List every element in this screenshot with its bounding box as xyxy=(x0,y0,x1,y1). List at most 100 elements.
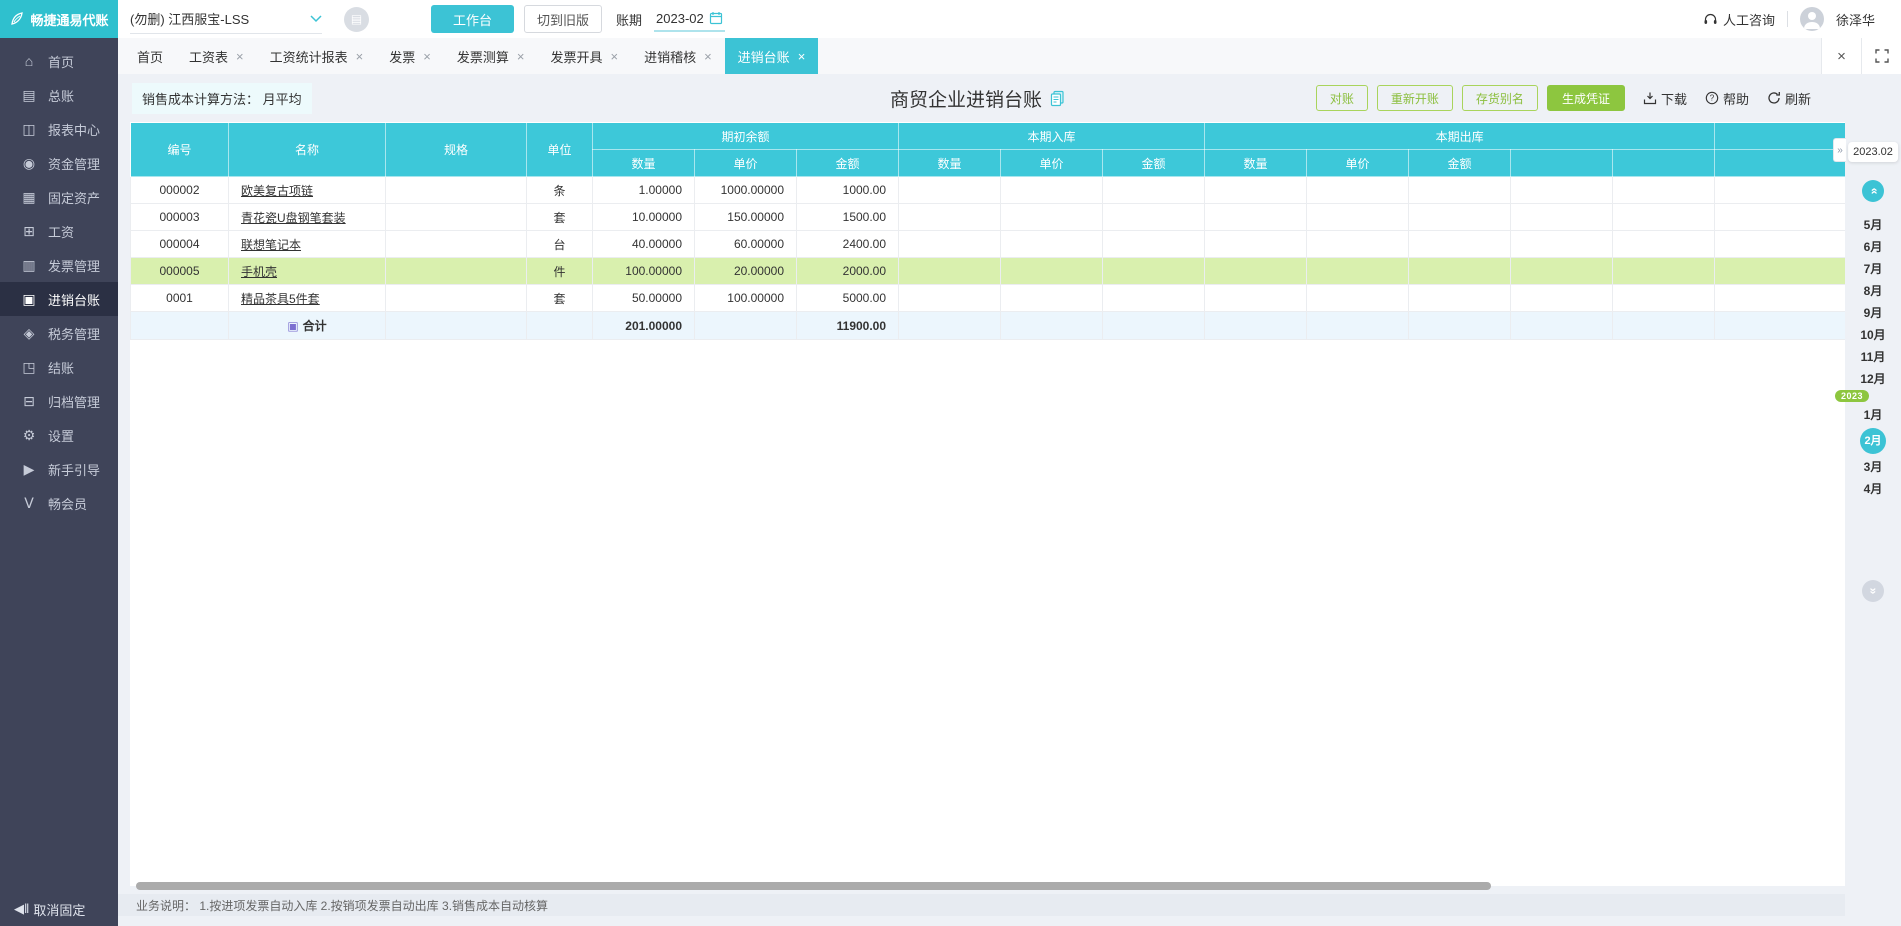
cell-empty xyxy=(1204,176,1308,204)
cell-empty xyxy=(898,311,1002,340)
month-9月[interactable]: 9月 xyxy=(1845,302,1901,324)
sidebar-item-label: 工资 xyxy=(48,224,75,240)
archive-icon: ⊟ xyxy=(23,392,35,409)
scroll-months-up-button[interactable]: » xyxy=(1862,180,1884,202)
purchase-sale-icon: ▣ xyxy=(22,290,36,307)
close-icon[interactable]: × xyxy=(704,49,712,64)
button-存货别名[interactable]: 存货别名 xyxy=(1461,85,1538,111)
close-icon[interactable]: × xyxy=(517,49,525,64)
month-3月[interactable]: 3月 xyxy=(1845,456,1901,478)
document-icon[interactable] xyxy=(1049,90,1066,107)
cell-code: 000004 xyxy=(130,230,229,258)
month-12月[interactable]: 12月 xyxy=(1845,368,1901,390)
sidebar-item-salary[interactable]: ⊞ 工资 xyxy=(0,214,118,248)
support-link[interactable]: 人工咨询 xyxy=(1703,10,1775,29)
month-2月[interactable]: 2月 xyxy=(1860,428,1886,454)
cell-empty xyxy=(1102,230,1206,258)
cell-spec xyxy=(385,257,527,285)
month-7月[interactable]: 7月 xyxy=(1845,258,1901,280)
cell-opening-amount: 1500.00 xyxy=(795,203,900,231)
tab-list: 首页 工资表 × 工资统计报表 × 发票 × 发票测算 × 发票开具 × 进销稽核 × 进销台账 × xyxy=(124,38,819,74)
month-1月[interactable]: 1月 xyxy=(1845,404,1901,426)
fullscreen-button[interactable] xyxy=(1861,38,1901,74)
tab-首页[interactable]: 首页 xyxy=(124,38,176,74)
clipboard-icon[interactable]: ▤ xyxy=(344,6,369,32)
sidebar: ⌂ 首页 ▤ 总账 ◫ 报表中心 ◉ 资金管理 ▦ 固定资产 ⊞ 工资 ▥ 发票管理 ▣ 进销台账 ◈ 税务管理 ◳… xyxy=(0,38,118,926)
cell-empty xyxy=(1612,284,1716,312)
sidebar-item-closing[interactable]: ◳ 结账 xyxy=(0,350,118,384)
tab-发票[interactable]: 发票 × xyxy=(376,38,444,74)
sidebar-item-beginner-guide[interactable]: ▶ 新手引导 xyxy=(0,452,118,486)
content: 销售成本计算方法： 月平均 商贸企业进销台账 对账 重新开账 存货别名 生成凭证 下… xyxy=(118,74,1901,926)
cell-empty xyxy=(1408,176,1512,204)
group-header: 本期入库 xyxy=(898,122,1206,150)
sidebar-item-report-center[interactable]: ◫ 报表中心 xyxy=(0,112,118,146)
cell-opening-amount: 2400.00 xyxy=(795,230,900,258)
month-10月[interactable]: 10月 xyxy=(1845,324,1901,346)
month-11月[interactable]: 11月 xyxy=(1845,346,1901,368)
company-selector[interactable]: (勿删) 江西服宝-LSS xyxy=(130,4,322,34)
column-header: 单位 xyxy=(526,122,593,177)
period-selector[interactable]: 2023-02 xyxy=(654,7,725,32)
item-name-link[interactable]: 联想笔记本 xyxy=(241,238,301,252)
button-重新开账[interactable]: 重新开账 xyxy=(1376,85,1453,111)
sidebar-item-home[interactable]: ⌂ 首页 xyxy=(0,44,118,78)
close-icon[interactable]: × xyxy=(356,49,364,64)
sidebar-item-tax[interactable]: ◈ 税务管理 xyxy=(0,316,118,350)
tab-工资统计报表[interactable]: 工资统计报表 × xyxy=(257,38,377,74)
horizontal-scrollbar[interactable] xyxy=(136,882,1491,890)
scroll-months-down-button[interactable]: » xyxy=(1862,580,1884,602)
cell-empty xyxy=(1306,257,1410,285)
sidebar-item-label: 总账 xyxy=(48,88,75,104)
item-name-link[interactable]: 青花瓷U盘钢笔套装 xyxy=(241,211,346,225)
cell-empty xyxy=(1000,311,1104,340)
sub-column-header: 数量 xyxy=(592,149,695,177)
avatar[interactable] xyxy=(1799,7,1824,31)
sidebar-item-label: 税务管理 xyxy=(48,326,101,342)
cell-empty xyxy=(1612,176,1716,204)
unpin-button[interactable]: ◀‖ 取消固定 xyxy=(0,897,118,921)
refresh-button[interactable]: 刷新 xyxy=(1767,89,1811,108)
close-icon[interactable]: × xyxy=(610,49,618,64)
cell-empty xyxy=(1408,203,1512,231)
close-icon[interactable]: × xyxy=(236,49,244,64)
close-icon[interactable]: × xyxy=(423,49,431,64)
close-all-tabs-button[interactable]: × xyxy=(1821,38,1861,74)
footer-note: 业务说明： 1.按进项发票自动入库 2.按销项发票自动出库 3.销售成本自动核算 xyxy=(118,894,1901,916)
workbench-button[interactable]: 工作台 xyxy=(431,5,515,33)
sidebar-item-invoice[interactable]: ▥ 发票管理 xyxy=(0,248,118,282)
member-icon: Ⅴ xyxy=(24,494,34,511)
item-name-link[interactable]: 精品茶具5件套 xyxy=(241,292,320,306)
month-5月[interactable]: 5月 xyxy=(1845,214,1901,236)
sidebar-item-member[interactable]: Ⅴ 畅会员 xyxy=(0,486,118,520)
tab-发票开具[interactable]: 发票开具 × xyxy=(537,38,631,74)
table-row: 000005 手机壳 件 100.00000 20.00000 2000.00 xyxy=(130,257,1845,285)
tab-发票测算[interactable]: 发票测算 × xyxy=(444,38,538,74)
sidebar-item-fixed-assets[interactable]: ▦ 固定资产 xyxy=(0,180,118,214)
item-name-link[interactable]: 手机壳 xyxy=(241,265,277,279)
item-name-link[interactable]: 欧美复古项链 xyxy=(241,184,313,198)
switch-old-version-button[interactable]: 切到旧版 xyxy=(524,5,603,33)
month-6月[interactable]: 6月 xyxy=(1845,236,1901,258)
help-button[interactable]: ? 帮助 xyxy=(1705,89,1749,108)
tab-工资表[interactable]: 工资表 × xyxy=(176,38,257,74)
sidebar-item-funds[interactable]: ◉ 资金管理 xyxy=(0,146,118,180)
close-icon[interactable]: × xyxy=(798,49,806,64)
cell-empty xyxy=(898,284,1002,312)
salary-icon: ⊞ xyxy=(23,222,35,239)
sidebar-item-archive[interactable]: ⊟ 归档管理 xyxy=(0,384,118,418)
download-button[interactable]: 下载 xyxy=(1643,89,1687,108)
month-4月[interactable]: 4月 xyxy=(1845,478,1901,500)
sidebar-item-purchase-sale-ledger[interactable]: ▣ 进销台账 xyxy=(0,282,118,316)
cell-empty xyxy=(1510,284,1614,312)
cell-empty xyxy=(1510,203,1614,231)
button-对账[interactable]: 对账 xyxy=(1315,85,1368,111)
tab-进销稽核[interactable]: 进销稽核 × xyxy=(631,38,725,74)
collapse-rail-button[interactable]: » xyxy=(1833,138,1846,162)
tab-进销台账[interactable]: 进销台账 × xyxy=(724,38,819,74)
cell-empty xyxy=(1714,311,1845,340)
generate-voucher-button[interactable]: 生成凭证 xyxy=(1546,85,1625,111)
sidebar-item-general-ledger[interactable]: ▤ 总账 xyxy=(0,78,118,112)
month-8月[interactable]: 8月 xyxy=(1845,280,1901,302)
sidebar-item-settings[interactable]: ⚙ 设置 xyxy=(0,418,118,452)
